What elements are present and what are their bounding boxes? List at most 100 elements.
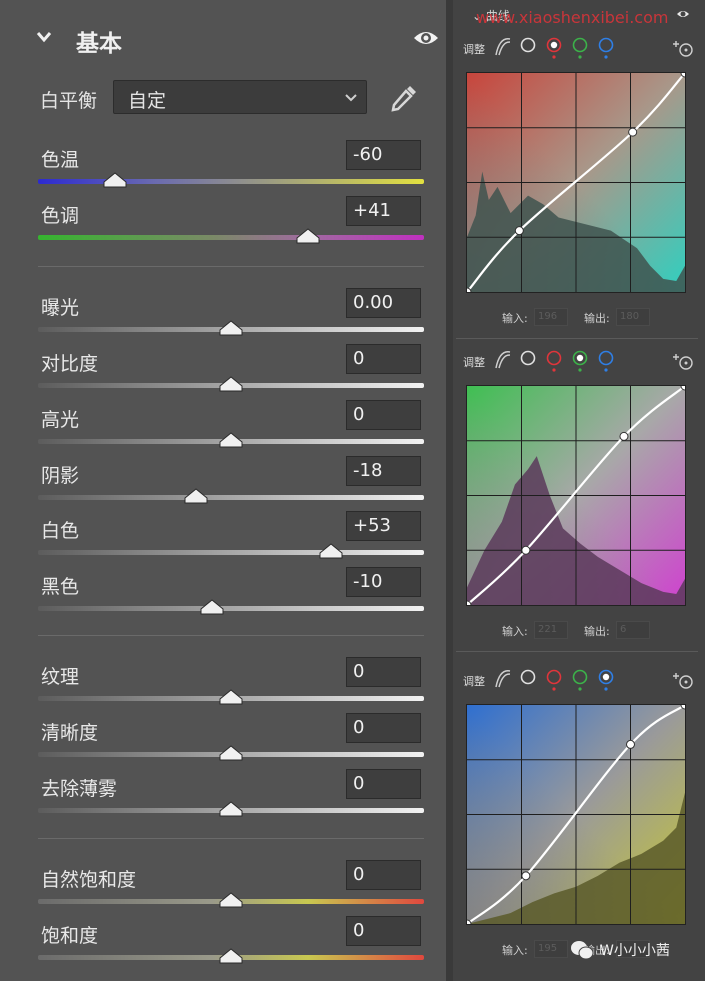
eyedropper-icon[interactable] — [388, 82, 420, 114]
output-label: 输出: — [584, 312, 610, 325]
slider-track[interactable] — [38, 495, 424, 500]
input-label: 输入: — [502, 944, 528, 957]
slider-value-input[interactable]: 0 — [346, 400, 421, 430]
slider-track[interactable] — [38, 606, 424, 611]
slider-label: 纹理 — [41, 666, 80, 688]
slider-row: 曝光 0.00 — [0, 288, 446, 349]
parametric-curve-icon[interactable] — [493, 36, 513, 58]
slider-label: 曝光 — [41, 297, 80, 319]
slider-label: 高光 — [41, 409, 80, 431]
curve-io-row: 输入: 196 输出: 180 — [460, 308, 700, 326]
divider — [456, 338, 698, 339]
chevron-down-icon — [345, 94, 357, 102]
white-channel-icon[interactable] — [519, 668, 537, 692]
slider-value-input[interactable]: 0 — [346, 860, 421, 890]
slider-thumb[interactable] — [296, 228, 320, 244]
curve-graph[interactable] — [466, 72, 686, 293]
green-channel-icon[interactable] — [571, 349, 589, 373]
output-label: 输出: — [584, 625, 610, 638]
slider-row: 色温 -60 — [0, 140, 446, 201]
input-label: 输入: — [502, 625, 528, 638]
wechat-icon — [571, 941, 594, 960]
slider-row: 自然饱和度 0 — [0, 860, 446, 921]
green-channel-icon[interactable] — [571, 36, 589, 60]
blue-channel-icon[interactable] — [597, 668, 615, 692]
slider-value-input[interactable]: -18 — [346, 456, 421, 486]
white-channel-icon[interactable] — [519, 349, 537, 373]
slider-thumb[interactable] — [219, 432, 243, 448]
target-adjust-icon[interactable] — [672, 351, 694, 371]
divider — [456, 651, 698, 652]
input-value-field[interactable]: 195 — [534, 940, 568, 958]
slider-value-input[interactable]: 0 — [346, 344, 421, 374]
slider-track[interactable] — [38, 235, 424, 240]
curve-toolbar: 调整 — [460, 668, 700, 694]
eye-icon[interactable] — [412, 28, 440, 48]
signature: W小小小茜 — [570, 937, 700, 963]
curve-point — [619, 431, 629, 441]
curve-point — [521, 871, 531, 881]
curve-graph[interactable] — [466, 385, 686, 606]
curve-point — [626, 739, 635, 749]
slider-value-input[interactable]: +41 — [346, 196, 421, 226]
red-channel-icon[interactable] — [545, 668, 563, 692]
eye-icon[interactable] — [676, 9, 690, 19]
slider-thumb[interactable] — [103, 172, 127, 188]
slider-track[interactable] — [38, 550, 424, 555]
slider-value-input[interactable]: +53 — [346, 511, 421, 541]
adjust-label: 调整 — [463, 43, 485, 56]
curve-io-row: 输入: 221 输出: 6 — [460, 621, 700, 639]
signature-text: W小小小茜 — [600, 943, 670, 959]
blue-channel-icon[interactable] — [597, 36, 615, 60]
slider-thumb[interactable] — [319, 543, 343, 559]
target-adjust-icon[interactable] — [672, 670, 694, 690]
input-value-field[interactable]: 196 — [534, 308, 568, 326]
slider-row: 阴影 -18 — [0, 456, 446, 517]
slider-label: 色温 — [41, 149, 80, 171]
slider-thumb[interactable] — [219, 689, 243, 705]
slider-thumb[interactable] — [219, 376, 243, 392]
slider-thumb[interactable] — [200, 599, 224, 615]
chevron-down-icon[interactable] — [36, 30, 52, 44]
slider-value-input[interactable]: 0.00 — [346, 288, 421, 318]
output-value-field[interactable]: 180 — [616, 308, 650, 326]
slider-thumb[interactable] — [219, 892, 243, 908]
slider-value-input[interactable]: 0 — [346, 713, 421, 743]
slider-label: 对比度 — [41, 353, 99, 375]
slider-label: 阴影 — [41, 465, 80, 487]
slider-value-input[interactable]: 0 — [346, 916, 421, 946]
divider — [38, 266, 424, 267]
slider-row: 高光 0 — [0, 400, 446, 461]
divider — [38, 838, 424, 839]
white-channel-icon[interactable] — [519, 36, 537, 60]
white-balance-select[interactable]: 自定 — [113, 80, 367, 114]
slider-row: 对比度 0 — [0, 344, 446, 405]
target-adjust-icon[interactable] — [672, 38, 694, 58]
adjust-label: 调整 — [463, 675, 485, 688]
slider-track[interactable] — [38, 179, 424, 184]
slider-value-input[interactable]: 0 — [346, 657, 421, 687]
red-channel-icon[interactable] — [545, 349, 563, 373]
slider-value-input[interactable]: -60 — [346, 140, 421, 170]
slider-thumb[interactable] — [219, 745, 243, 761]
curve-graph[interactable] — [466, 704, 686, 925]
input-value-field[interactable]: 221 — [534, 621, 568, 639]
slider-row: 饱和度 0 — [0, 916, 446, 977]
slider-thumb[interactable] — [219, 801, 243, 817]
slider-thumb[interactable] — [219, 320, 243, 336]
slider-thumb[interactable] — [184, 488, 208, 504]
curve-toolbar: 调整 — [460, 349, 700, 375]
slider-value-input[interactable]: -10 — [346, 567, 421, 597]
parametric-curve-icon[interactable] — [493, 668, 513, 690]
parametric-curve-icon[interactable] — [493, 349, 513, 371]
output-value-field[interactable]: 6 — [616, 621, 650, 639]
adjust-label: 调整 — [463, 356, 485, 369]
white-balance-label: 白平衡 — [40, 90, 98, 112]
slider-thumb[interactable] — [219, 948, 243, 964]
slider-value-input[interactable]: 0 — [346, 769, 421, 799]
slider-label: 去除薄雾 — [41, 778, 118, 800]
green-channel-icon[interactable] — [571, 668, 589, 692]
curve-point — [521, 545, 531, 555]
blue-channel-icon[interactable] — [597, 349, 615, 373]
red-channel-icon[interactable] — [545, 36, 563, 60]
